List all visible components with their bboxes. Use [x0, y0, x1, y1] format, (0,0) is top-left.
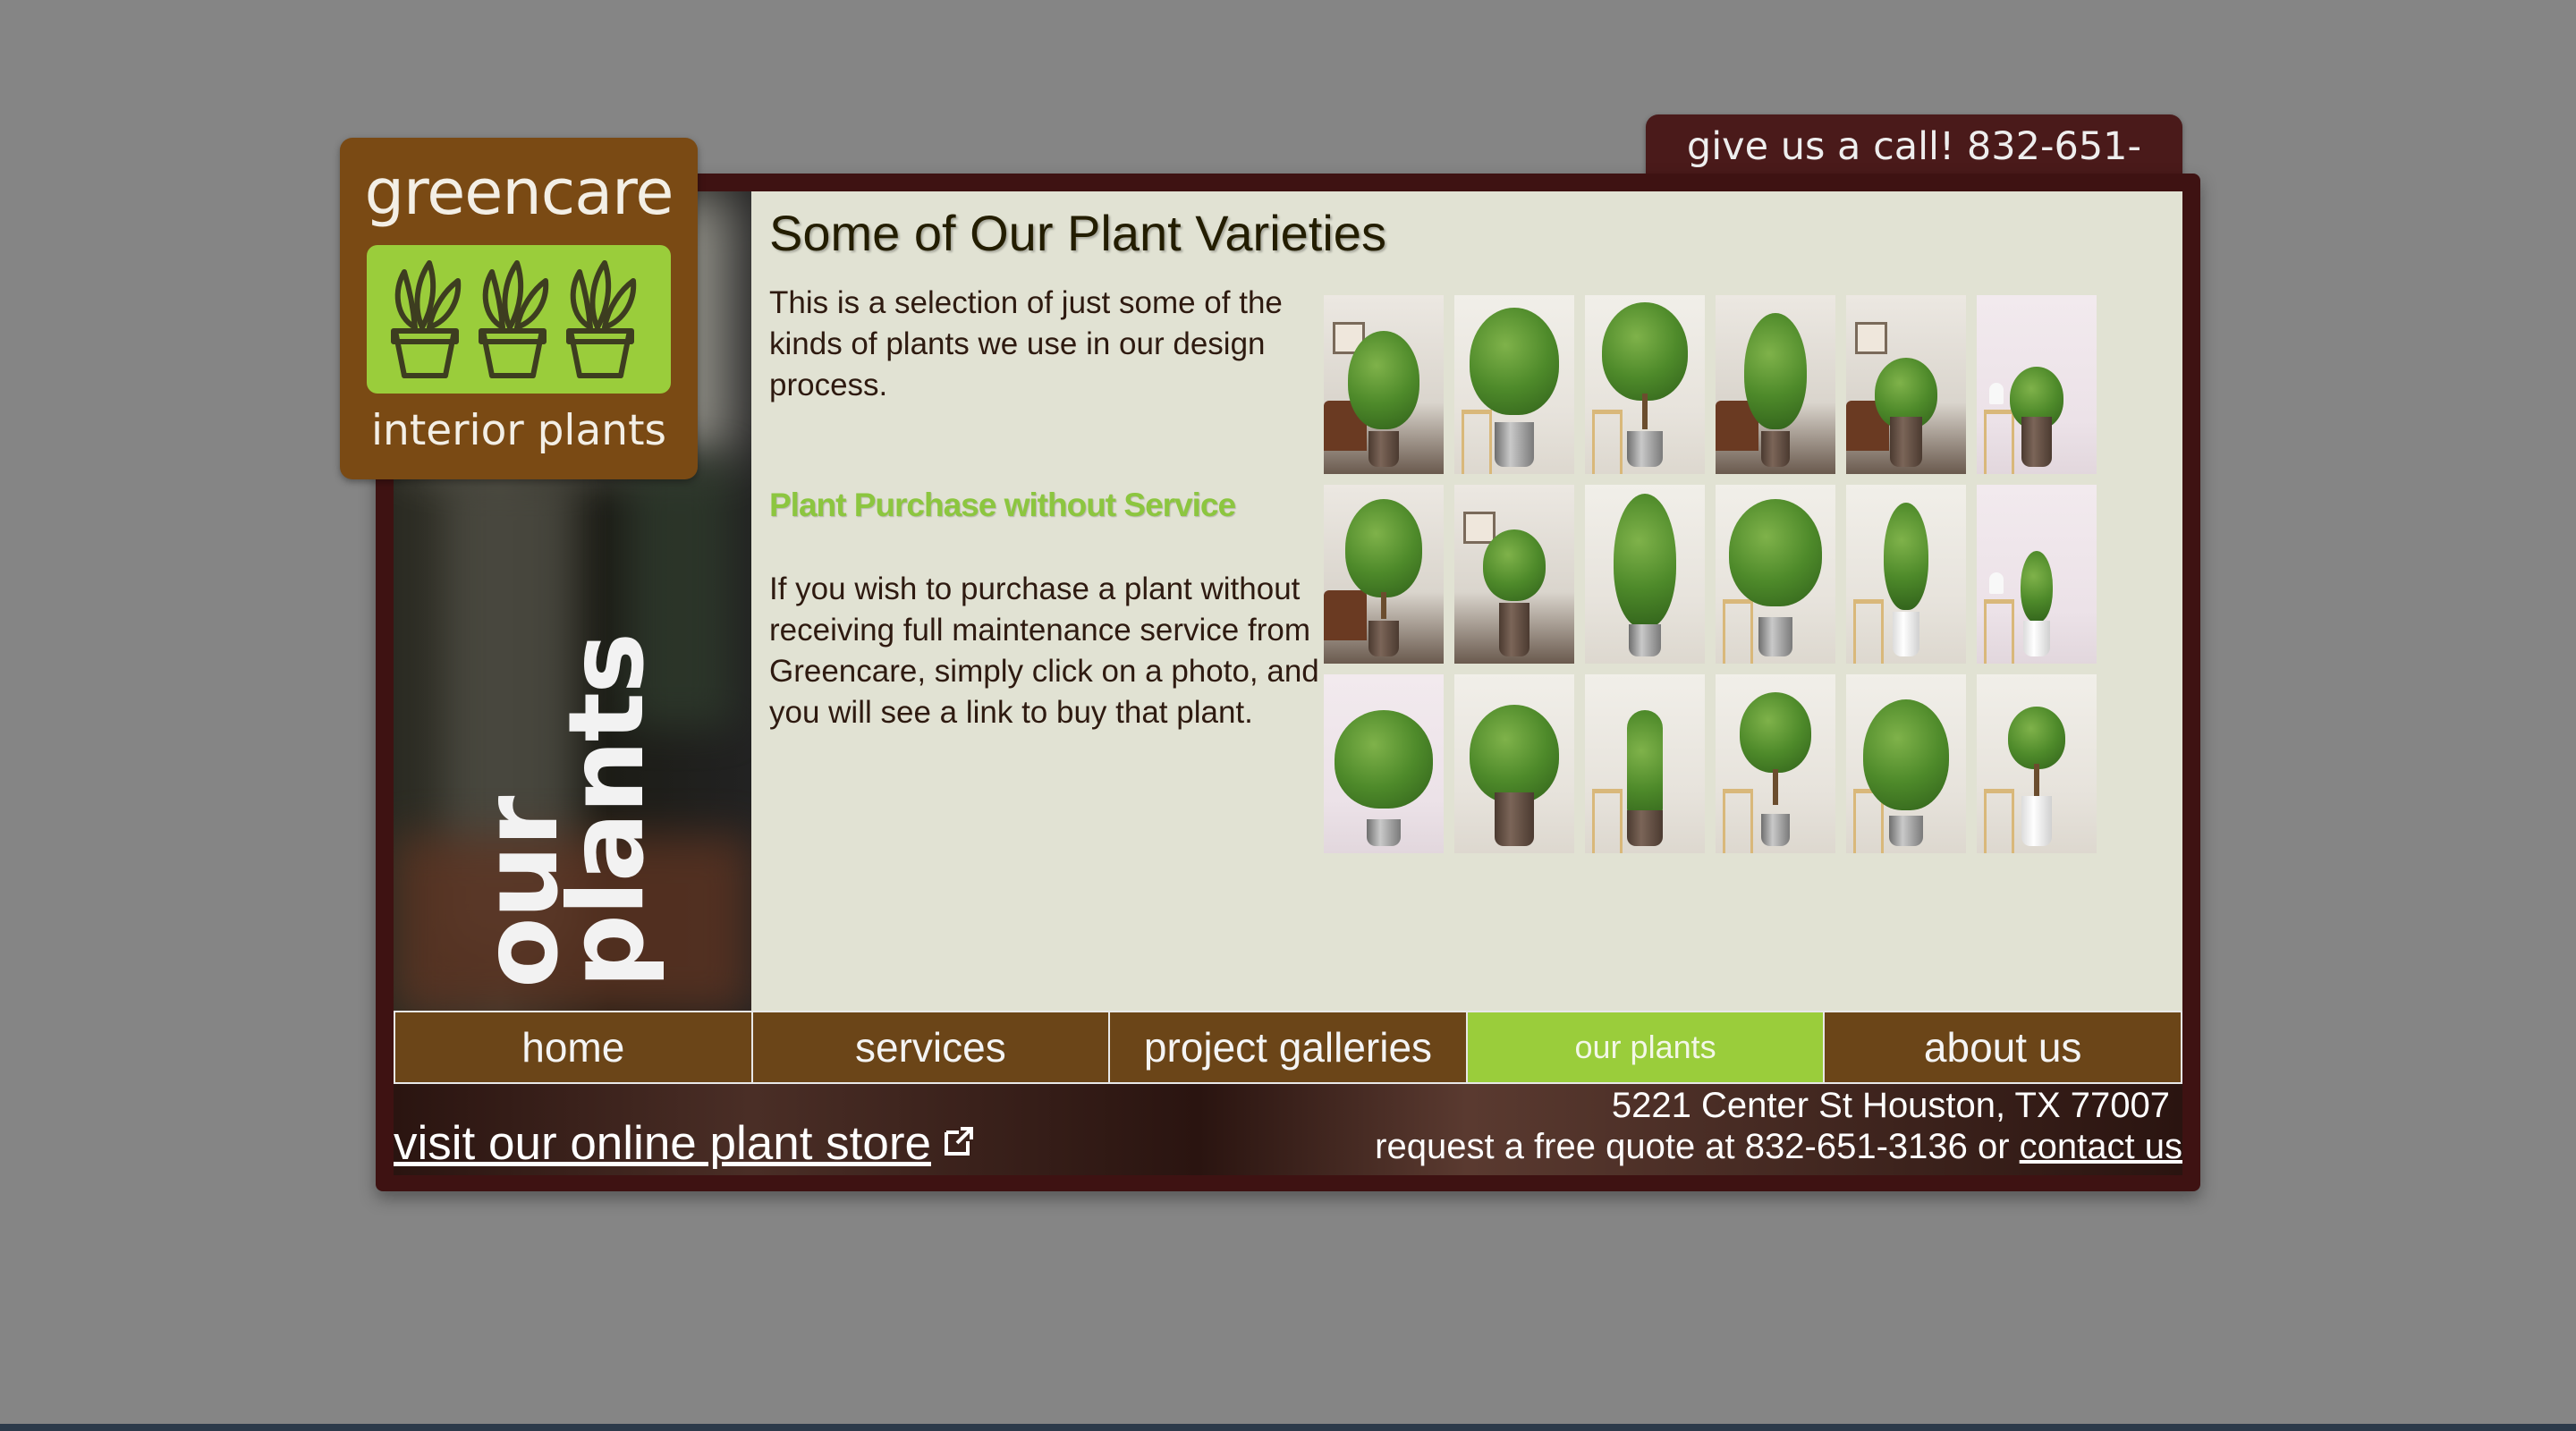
purchase-subhead: Plant Purchase without Service: [769, 487, 1236, 523]
plant-photo[interactable]: [1454, 485, 1574, 664]
nav-about-us[interactable]: about us: [1823, 1012, 2182, 1082]
nav-project-galleries[interactable]: project galleries: [1108, 1012, 1466, 1082]
plant-photo[interactable]: [1324, 295, 1444, 474]
nav-home[interactable]: home: [394, 1012, 751, 1082]
main-nav: home services project galleries our plan…: [394, 1011, 2182, 1084]
footer: visit our online plant store 5221 Center…: [394, 1084, 2182, 1175]
intro-text: This is a selection of just some of the …: [769, 285, 1283, 402]
logo-tagline: interior plants: [371, 406, 666, 455]
plant-photo[interactable]: [1846, 295, 1966, 474]
external-link-icon[interactable]: [941, 1123, 977, 1159]
plant-photo[interactable]: [1454, 295, 1574, 474]
plant-photo[interactable]: [1977, 485, 2097, 664]
plant-photo[interactable]: [1585, 674, 1705, 853]
plant-photo[interactable]: [1585, 485, 1705, 664]
plant-photo[interactable]: [1716, 674, 1835, 853]
online-store-link[interactable]: visit our online plant store: [394, 1116, 931, 1171]
logo-plant-panel: [367, 245, 671, 394]
plant-photo-grid: [1324, 295, 2129, 853]
plant-photo[interactable]: [1977, 295, 2097, 474]
plant-photo[interactable]: [1977, 674, 2097, 853]
greencare-logo[interactable]: greencare interior plants: [340, 138, 698, 479]
logo-wordmark: greencare: [364, 156, 674, 229]
plant-photo[interactable]: [1324, 674, 1444, 853]
contact-us-link[interactable]: contact us: [2020, 1127, 2182, 1166]
purchase-description: If you wish to purchase a plant without …: [769, 572, 1319, 730]
quote-text: request a free quote at 832-651-3136 or: [1375, 1127, 2020, 1166]
plant-photo[interactable]: [1716, 295, 1835, 474]
plant-photo[interactable]: [1454, 674, 1574, 853]
window-bottom-edge: [0, 1424, 2576, 1431]
plant-photo[interactable]: [1846, 485, 1966, 664]
nav-services[interactable]: services: [750, 1012, 1109, 1082]
address: 5221 Center St Houston, TX 77007: [1611, 1086, 2170, 1125]
nav-our-plants[interactable]: our plants: [1465, 1012, 1824, 1082]
plant-photo[interactable]: [1585, 295, 1705, 474]
plant-photo[interactable]: [1324, 485, 1444, 664]
page-title: Some of Our Plant Varieties: [769, 205, 1386, 261]
quote-line: request a free quote at 832-651-3136 or …: [1375, 1127, 2182, 1167]
potted-plants-icon: [391, 260, 637, 378]
side-title-line2: plants: [547, 633, 667, 988]
plant-photo[interactable]: [1716, 485, 1835, 664]
content-panel: Some of Our Plant Varieties This is a se…: [751, 191, 2182, 1011]
plant-photo[interactable]: [1846, 674, 1966, 853]
